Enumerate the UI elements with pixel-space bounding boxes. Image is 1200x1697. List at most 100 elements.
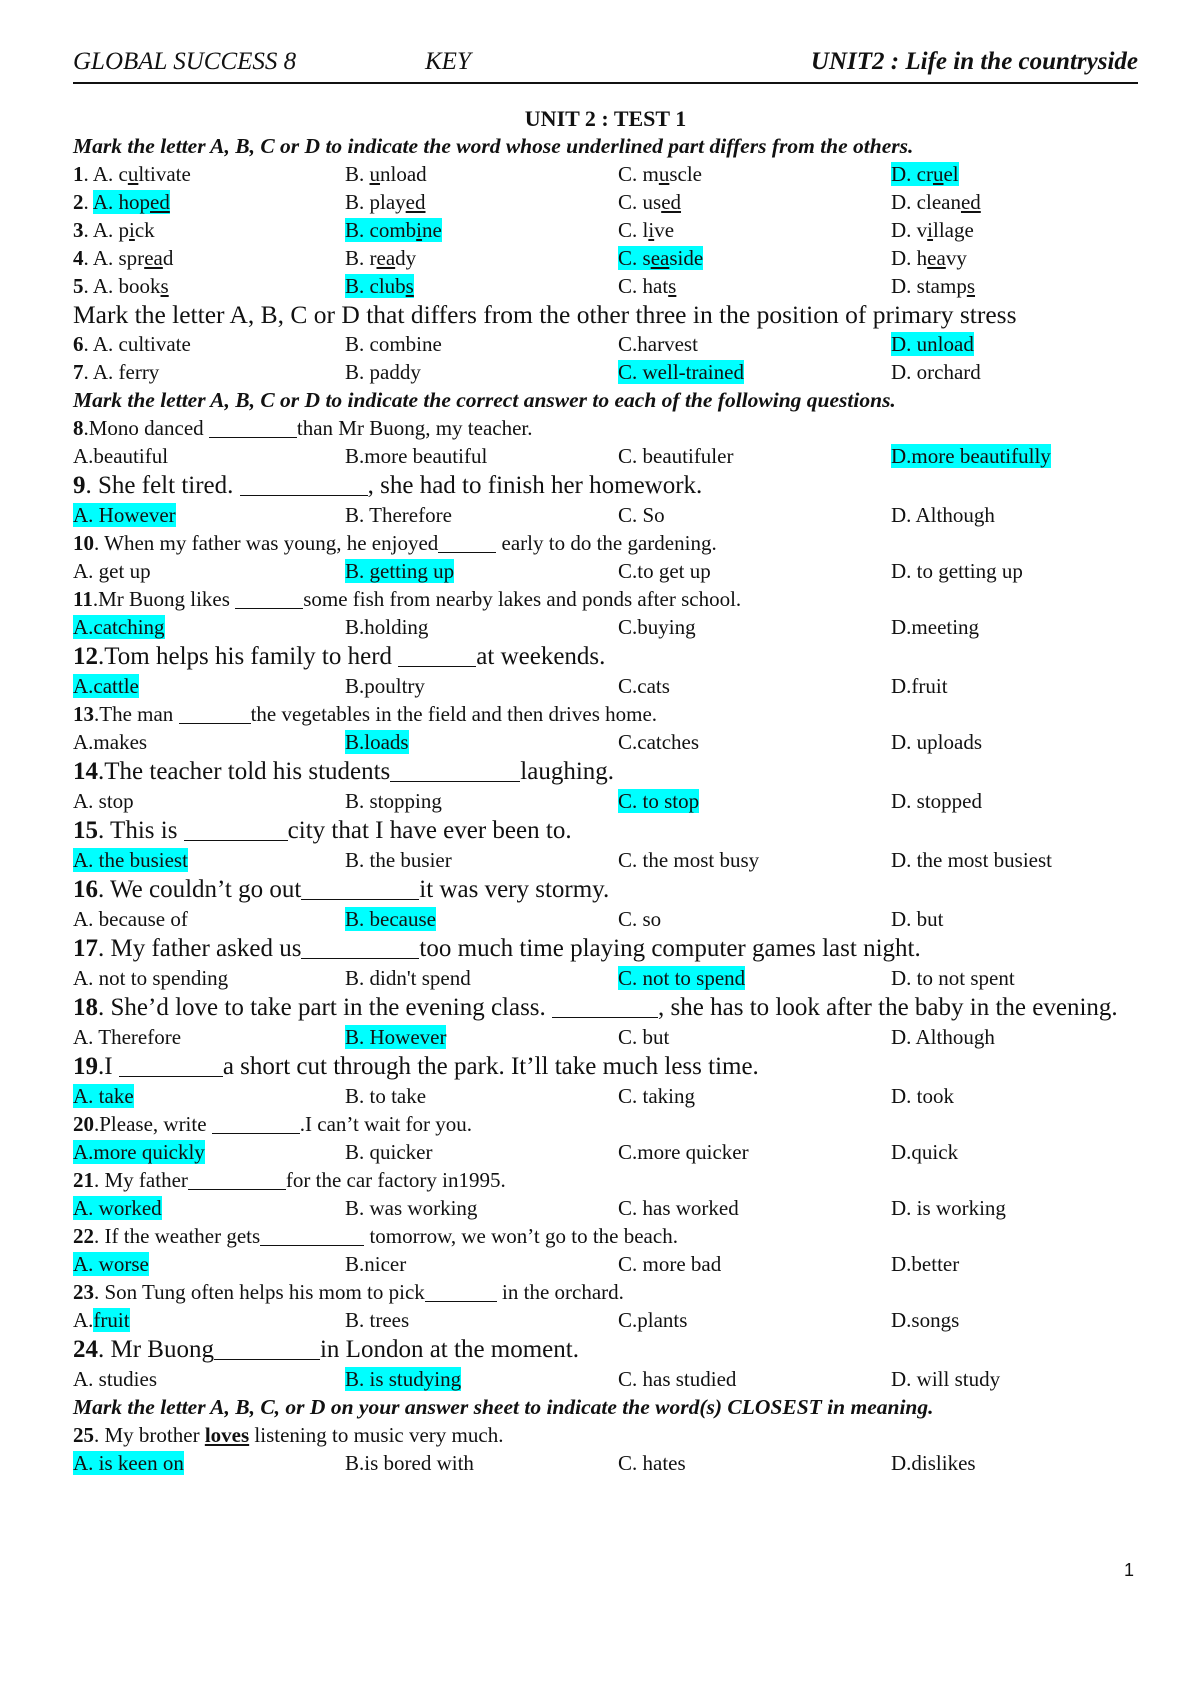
option-d[interactable]: D. stopped [891, 787, 982, 815]
option-a[interactable]: A. Therefore [73, 1023, 181, 1051]
option-b[interactable]: B. Therefore [345, 501, 452, 529]
option-a[interactable]: A.catching [73, 613, 165, 641]
option-c[interactable]: C. muscle [618, 160, 702, 188]
option-c[interactable]: C. has worked [618, 1194, 739, 1222]
option-d[interactable]: D.fruit [891, 672, 948, 700]
option-a[interactable]: A.makes [73, 728, 147, 756]
option-b[interactable]: B. However [345, 1023, 447, 1051]
option-a[interactable]: A. not to spending [73, 964, 228, 992]
option-d[interactable]: D. stamps [891, 272, 975, 300]
option-b[interactable]: B. played [345, 188, 426, 216]
option-b[interactable]: B. clubs [345, 272, 414, 300]
option-d[interactable]: D. village [891, 216, 974, 244]
option-b[interactable]: B.poultry [345, 672, 425, 700]
option-c[interactable]: C. well-trained [618, 358, 744, 386]
option-b[interactable]: B. to take [345, 1082, 426, 1110]
option-a[interactable]: A. stop [73, 787, 134, 815]
option-d[interactable]: D. is working [891, 1194, 1006, 1222]
option-d[interactable]: D. cleaned [891, 188, 981, 216]
option-c[interactable]: C. taking [618, 1082, 695, 1110]
option-c[interactable]: C. hates [618, 1449, 686, 1477]
option-d[interactable]: D. orchard [891, 358, 981, 386]
option-b[interactable]: B. is studying [345, 1365, 462, 1393]
option-c[interactable]: C.plants [618, 1306, 687, 1334]
option-c[interactable]: C. live [618, 216, 674, 244]
option-d[interactable]: D. unload [891, 330, 974, 358]
option-c[interactable]: C. but [618, 1023, 669, 1051]
option-b[interactable]: B. didn't spend [345, 964, 471, 992]
option-c[interactable]: C. not to spend [618, 964, 746, 992]
option-b[interactable]: B. combine [345, 330, 442, 358]
option-a[interactable]: 5. A. books [73, 272, 169, 300]
option-c[interactable]: C. beautifuler [618, 442, 733, 470]
option-d[interactable]: D. Although [891, 501, 995, 529]
option-c[interactable]: C. more bad [618, 1250, 721, 1278]
option-d[interactable]: D. heavy [891, 244, 967, 272]
option-a[interactable]: A. is keen on [73, 1449, 184, 1477]
option-d[interactable]: D.more beautifully [891, 442, 1051, 470]
option-a[interactable]: A. take [73, 1082, 134, 1110]
option-c[interactable]: C. hats [618, 272, 676, 300]
option-c[interactable]: C. So [618, 501, 665, 529]
option-d[interactable]: D. uploads [891, 728, 982, 756]
option-c[interactable]: C.cats [618, 672, 670, 700]
option-d[interactable]: D. cruel [891, 160, 959, 188]
option-b[interactable]: B.is bored with [345, 1449, 474, 1477]
option-c[interactable]: C.harvest [618, 330, 698, 358]
option-d[interactable]: D. to not spent [891, 964, 1015, 992]
option-a[interactable]: A.more quickly [73, 1138, 205, 1166]
option-d[interactable]: D.dislikes [891, 1449, 976, 1477]
option-a[interactable]: A. because of [73, 905, 188, 933]
option-a[interactable]: A. worked [73, 1194, 162, 1222]
option-c[interactable]: C.catches [618, 728, 699, 756]
option-b[interactable]: B. the busier [345, 846, 452, 874]
option-c[interactable]: C. so [618, 905, 661, 933]
option-d[interactable]: D. Although [891, 1023, 995, 1051]
option-c[interactable]: C. seaside [618, 244, 704, 272]
option-a[interactable]: A.beautiful [73, 442, 168, 470]
option-a[interactable]: A. get up [73, 557, 151, 585]
option-d[interactable]: D. but [891, 905, 944, 933]
option-c[interactable]: C.to get up [618, 557, 711, 585]
option-c[interactable]: C.more quicker [618, 1138, 749, 1166]
option-d[interactable]: D.better [891, 1250, 959, 1278]
option-a[interactable]: 6. A. cultivate [73, 330, 191, 358]
option-d[interactable]: D.songs [891, 1306, 959, 1334]
option-b[interactable]: B. stopping [345, 787, 442, 815]
option-a[interactable]: 1. A. cultivate [73, 160, 191, 188]
option-a[interactable]: A. worse [73, 1250, 149, 1278]
option-a[interactable]: A.fruit [73, 1306, 130, 1334]
option-a[interactable]: A.cattle [73, 672, 139, 700]
option-b[interactable]: B. combine [345, 216, 442, 244]
option-b[interactable]: B. was working [345, 1194, 477, 1222]
option-d[interactable]: D.quick [891, 1138, 958, 1166]
option-c[interactable]: C. has studied [618, 1365, 736, 1393]
option-b[interactable]: B. getting up [345, 557, 455, 585]
option-b[interactable]: B. unload [345, 160, 427, 188]
option-d[interactable]: D. will study [891, 1365, 1000, 1393]
option-d[interactable]: D. the most busiest [891, 846, 1052, 874]
option-c[interactable]: C. the most busy [618, 846, 759, 874]
option-b[interactable]: B. trees [345, 1306, 409, 1334]
option-b[interactable]: B. quicker [345, 1138, 432, 1166]
option-a[interactable]: 3. A. pick [73, 216, 155, 244]
option-b[interactable]: B. because [345, 905, 436, 933]
option-d[interactable]: D. took [891, 1082, 954, 1110]
option-d[interactable]: D.meeting [891, 613, 979, 641]
option-b[interactable]: B.holding [345, 613, 428, 641]
option-a[interactable]: 4. A. spread [73, 244, 173, 272]
option-a[interactable]: A. the busiest [73, 846, 188, 874]
option-a[interactable]: 2. A. hoped [73, 188, 170, 216]
option-b[interactable]: B. paddy [345, 358, 421, 386]
option-b[interactable]: B.nicer [345, 1250, 406, 1278]
option-b[interactable]: B. ready [345, 244, 416, 272]
option-a[interactable]: A. studies [73, 1365, 157, 1393]
option-b[interactable]: B.more beautiful [345, 442, 487, 470]
option-a[interactable]: 7. A. ferry [73, 358, 159, 386]
option-c[interactable]: C. to stop [618, 787, 700, 815]
option-a[interactable]: A. However [73, 501, 176, 529]
option-d[interactable]: D. to getting up [891, 557, 1023, 585]
option-c[interactable]: C.buying [618, 613, 696, 641]
option-c[interactable]: C. used [618, 188, 681, 216]
option-b[interactable]: B.loads [345, 728, 409, 756]
